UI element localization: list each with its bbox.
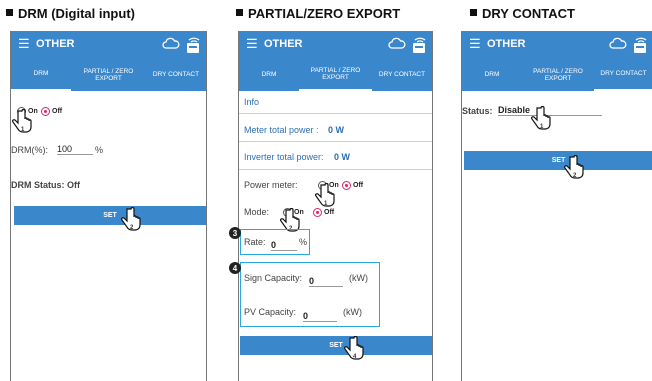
inverter-total-power-label: Inverter total power: xyxy=(244,152,324,162)
power-meter-label: Power meter: xyxy=(244,180,298,190)
mode-radio-off[interactable] xyxy=(313,208,322,217)
divider xyxy=(239,169,432,170)
app-title: OTHER xyxy=(487,38,526,50)
power-meter-off-label: Off xyxy=(353,182,364,189)
tab-partial-zero-export[interactable]: PARTIAL / ZERO EXPORT xyxy=(71,58,146,91)
pointing-hand-icon xyxy=(531,106,551,130)
tab-bar: DRM PARTIAL / ZERO EXPORT DRY CONTACT xyxy=(462,58,652,91)
mode-label: Mode: xyxy=(244,207,270,217)
tab-dry-contact[interactable]: DRY CONTACT xyxy=(594,58,652,91)
cloud-icon[interactable] xyxy=(162,35,180,53)
wifi-settings-icon[interactable] xyxy=(631,34,648,54)
divider xyxy=(239,141,432,142)
drm-percent-input[interactable]: 100 xyxy=(57,144,93,155)
drm-status-value: Off xyxy=(67,180,80,190)
sign-capacity-label: Sign Capacity: xyxy=(244,273,303,283)
caption-drm: DRM (Digital input) xyxy=(6,6,135,21)
pointing-hand-icon xyxy=(12,109,32,133)
hamburger-menu-icon[interactable]: ☰ xyxy=(246,37,258,50)
wifi-settings-icon[interactable] xyxy=(410,34,427,54)
tab-drm[interactable]: DRM xyxy=(239,58,299,91)
step-number: 2 xyxy=(130,225,134,231)
step-number: 1 xyxy=(540,124,544,130)
drm-status-label: DRM Status: xyxy=(11,180,65,190)
tab-bar: DRM PARTIAL / ZERO EXPORT DRY CONTACT xyxy=(11,58,206,91)
app-bar: ☰ OTHER xyxy=(239,31,432,58)
step-badge-3: 3 xyxy=(229,227,241,239)
phone-drm: ☰ OTHER DRM PARTIAL / ZERO EXPORT DRY CON… xyxy=(10,31,207,381)
meter-total-power-label: Meter total power : xyxy=(244,125,319,135)
step-number: 2 xyxy=(573,173,577,179)
step-number: 1 xyxy=(324,201,328,207)
sign-capacity-input[interactable]: 0 xyxy=(309,276,343,287)
tab-drm[interactable]: DRM xyxy=(462,58,522,91)
step-badge-4: 4 xyxy=(229,262,241,274)
wifi-settings-icon[interactable] xyxy=(184,34,201,54)
tab-partial-zero-export[interactable]: PARTIAL / ZERO EXPORT xyxy=(522,58,594,91)
divider xyxy=(239,113,432,114)
tab-dry-contact[interactable]: DRY CONTACT xyxy=(146,58,206,91)
meter-total-power-value: 0 W xyxy=(328,125,345,135)
dry-contact-set-button[interactable]: SET xyxy=(464,151,652,170)
pv-capacity-input[interactable]: 0 xyxy=(303,311,337,322)
phone-dry-contact: ☰ OTHER DRM PARTIAL / ZERO EXPORT DRY CON… xyxy=(461,31,652,381)
cloud-icon[interactable] xyxy=(388,35,406,53)
rate-unit: % xyxy=(299,237,308,247)
app-title: OTHER xyxy=(264,38,303,50)
power-meter-radio-off[interactable] xyxy=(342,181,351,190)
caption-partial-export: PARTIAL/ZERO EXPORT xyxy=(236,6,400,21)
cloud-icon[interactable] xyxy=(609,35,627,53)
pv-capacity-unit: (kW) xyxy=(343,307,362,317)
pointing-hand-icon xyxy=(121,207,141,231)
info-heading: Info xyxy=(244,97,260,107)
drm-radio-off-label: Off xyxy=(52,108,63,115)
tab-partial-zero-export[interactable]: PARTIAL / ZERO EXPORT xyxy=(299,58,372,91)
sign-capacity-unit: (kW) xyxy=(349,273,368,283)
drm-set-button[interactable]: SET xyxy=(14,206,206,225)
dry-status-label: Status: xyxy=(462,106,493,116)
pointing-hand-icon xyxy=(344,336,364,360)
tab-dry-contact[interactable]: DRY CONTACT xyxy=(372,58,432,91)
tab-drm[interactable]: DRM xyxy=(11,58,71,91)
phone-partial-export: ☰ OTHER DRM PARTIAL / ZERO EXPORT DRY CON… xyxy=(238,31,433,381)
pointing-hand-icon xyxy=(564,155,584,179)
drm-percent-label: DRM(%): xyxy=(11,145,48,155)
app-bar: ☰ OTHER xyxy=(462,31,652,58)
hamburger-menu-icon[interactable]: ☰ xyxy=(18,37,30,50)
tab-bar: DRM PARTIAL / ZERO EXPORT DRY CONTACT xyxy=(239,58,432,91)
app-bar: ☰ OTHER xyxy=(11,31,206,58)
drm-percent-unit: % xyxy=(95,145,104,155)
step-number: 1 xyxy=(21,127,25,133)
hamburger-menu-icon[interactable]: ☰ xyxy=(469,37,481,50)
rate-input[interactable]: 0 xyxy=(271,240,297,251)
app-title: OTHER xyxy=(36,38,75,50)
step-number: 4 xyxy=(353,354,357,360)
inverter-total-power-value: 0 W xyxy=(334,152,351,162)
partial-export-set-button[interactable]: SET xyxy=(240,336,432,355)
caption-dry-contact: DRY CONTACT xyxy=(470,6,575,21)
drm-radio-off[interactable] xyxy=(41,107,50,116)
rate-label: Rate: xyxy=(244,237,266,247)
mode-off-label: Off xyxy=(324,209,335,216)
pv-capacity-label: PV Capacity: xyxy=(244,307,297,317)
